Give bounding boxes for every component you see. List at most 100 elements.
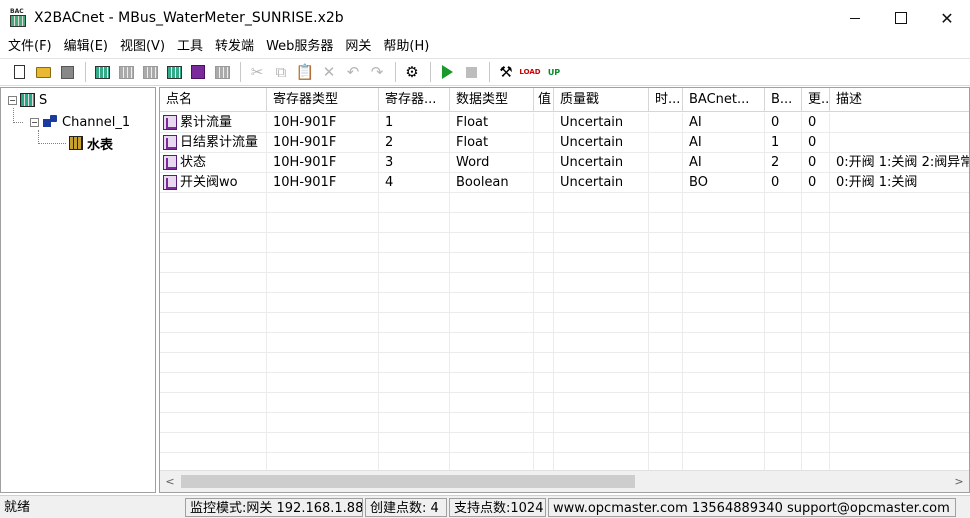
column-header-register-address[interactable]: 寄存器... [379,88,450,112]
new-file-button[interactable] [8,61,30,83]
copy-button[interactable]: ⧉ [270,61,292,83]
table-body: 累计流量 10H-901F 1 Float Uncertain AI 0 0 日… [160,113,969,193]
empty-grid-cell [534,333,554,353]
empty-grid-cell [450,373,534,393]
empty-grid-row [160,393,969,413]
cell-quality: Uncertain [554,133,649,153]
add-device-button[interactable] [139,61,161,83]
column-header-point-name[interactable]: 点名 [160,88,267,112]
empty-grid-cell [379,213,450,233]
load-icon: LOAD [519,68,541,76]
stop-button[interactable] [460,61,482,83]
table-row[interactable]: 开关阀wo 10H-901F 4 Boolean Uncertain BO 0 … [160,173,969,193]
empty-grid-cell [649,373,683,393]
empty-grid-cell [765,293,802,313]
tree-collapse-toggle[interactable]: − [8,95,17,105]
empty-grid-cell [160,213,267,233]
menu-tools[interactable]: 工具 [171,36,209,58]
empty-grid-cell [379,393,450,413]
empty-grid-cell [802,313,830,333]
tree-node-channel[interactable]: − Channel_1 [30,113,130,131]
tree-node-server[interactable]: − S [8,91,47,109]
scroll-right-button[interactable]: > [949,471,969,492]
redo-button[interactable]: ↷ [366,61,388,83]
minimize-button[interactable] [832,0,878,36]
cell-register-type: 10H-901F [267,113,379,133]
empty-grid-cell [160,233,267,253]
menu-forwarder[interactable]: 转发端 [209,36,260,58]
tree-node-device[interactable]: 水表 [69,134,113,153]
empty-grid-cell [802,433,830,453]
empty-grid-cell [554,253,649,273]
menu-web-server[interactable]: Web服务器 [260,36,339,58]
points-table: 点名 寄存器类型 寄存器... 数据类型 值 质量戳 时... BACnet..… [159,87,970,493]
tools-button[interactable]: ⚒ [495,61,517,83]
column-header-value[interactable]: 值 [534,88,554,112]
save-button[interactable] [56,61,78,83]
scrollbar-thumb[interactable] [181,475,635,488]
empty-grid-cell [534,193,554,213]
cell-timestamp [649,173,683,193]
empty-grid-cell [830,433,969,453]
column-header-bacnet-type[interactable]: BACnet... [683,88,765,112]
cell-bacnet-type: AI [683,113,765,133]
cell-bacnet-instance: 0 [765,113,802,133]
column-header-update[interactable]: 更... [802,88,830,112]
menu-help[interactable]: 帮助(H) [377,36,435,58]
empty-grid-cell [649,273,683,293]
empty-grid-cell [160,273,267,293]
column-header-timestamp[interactable]: 时... [649,88,683,112]
maximize-button[interactable] [878,0,924,36]
column-header-register-type[interactable]: 寄存器类型 [267,88,379,112]
menu-edit[interactable]: 编辑(E) [58,36,114,58]
cell-data-type: Word [450,153,534,173]
properties-button[interactable] [211,61,233,83]
cell-register-address: 4 [379,173,450,193]
open-file-button[interactable] [32,61,54,83]
add-channel-button[interactable] [115,61,137,83]
empty-grid-row [160,413,969,433]
table-row[interactable]: 累计流量 10H-901F 1 Float Uncertain AI 0 0 [160,113,969,133]
scroll-left-button[interactable]: < [160,471,180,492]
project-tree[interactable]: − S − Channel_1 水表 [0,87,156,493]
undo-button[interactable]: ↶ [342,61,364,83]
paste-button[interactable]: 📋 [294,61,316,83]
cell-point-name: 累计流量 [180,114,233,130]
empty-grid-cell [534,313,554,333]
empty-grid-cell [802,373,830,393]
horizontal-scrollbar[interactable]: < > [160,470,969,492]
status-created-points: 创建点数: 4 [365,497,447,517]
cell-bacnet-type: AI [683,133,765,153]
menu-file[interactable]: 文件(F) [2,36,58,58]
column-header-description[interactable]: 描述 [830,88,969,112]
menu-view[interactable]: 视图(V) [114,36,171,58]
add-point-button[interactable] [163,61,185,83]
run-button[interactable] [436,61,458,83]
tree-collapse-toggle[interactable]: − [30,117,39,127]
toolbar-separator [430,62,431,82]
close-button[interactable]: ✕ [924,0,970,36]
cut-button[interactable]: ✂ [246,61,268,83]
empty-grid-cell [267,233,379,253]
menu-gateway[interactable]: 网关 [339,36,377,58]
upload-button[interactable]: UP [543,61,565,83]
empty-grid-cell [450,353,534,373]
empty-grid-cell [802,273,830,293]
table-row[interactable]: 状态 10H-901F 3 Word Uncertain AI 2 0 0:开阀… [160,153,969,173]
build-button[interactable]: ⚙ [401,61,423,83]
add-server-button[interactable] [91,61,113,83]
empty-grid-cell [379,333,450,353]
delete-button[interactable]: ✕ [318,61,340,83]
empty-grid-cell [450,433,534,453]
batch-point-button[interactable] [187,61,209,83]
cell-timestamp [649,153,683,173]
empty-grid-cell [649,413,683,433]
empty-grid-cell [160,293,267,313]
column-header-bacnet-instance[interactable]: B... [765,88,802,112]
column-header-quality[interactable]: 质量戳 [554,88,649,112]
table-row[interactable]: 日结累计流量 10H-901F 2 Float Uncertain AI 1 0 [160,133,969,153]
empty-grid-cell [802,293,830,313]
empty-grid-cell [554,413,649,433]
column-header-data-type[interactable]: 数据类型 [450,88,534,112]
load-button[interactable]: LOAD [519,61,541,83]
